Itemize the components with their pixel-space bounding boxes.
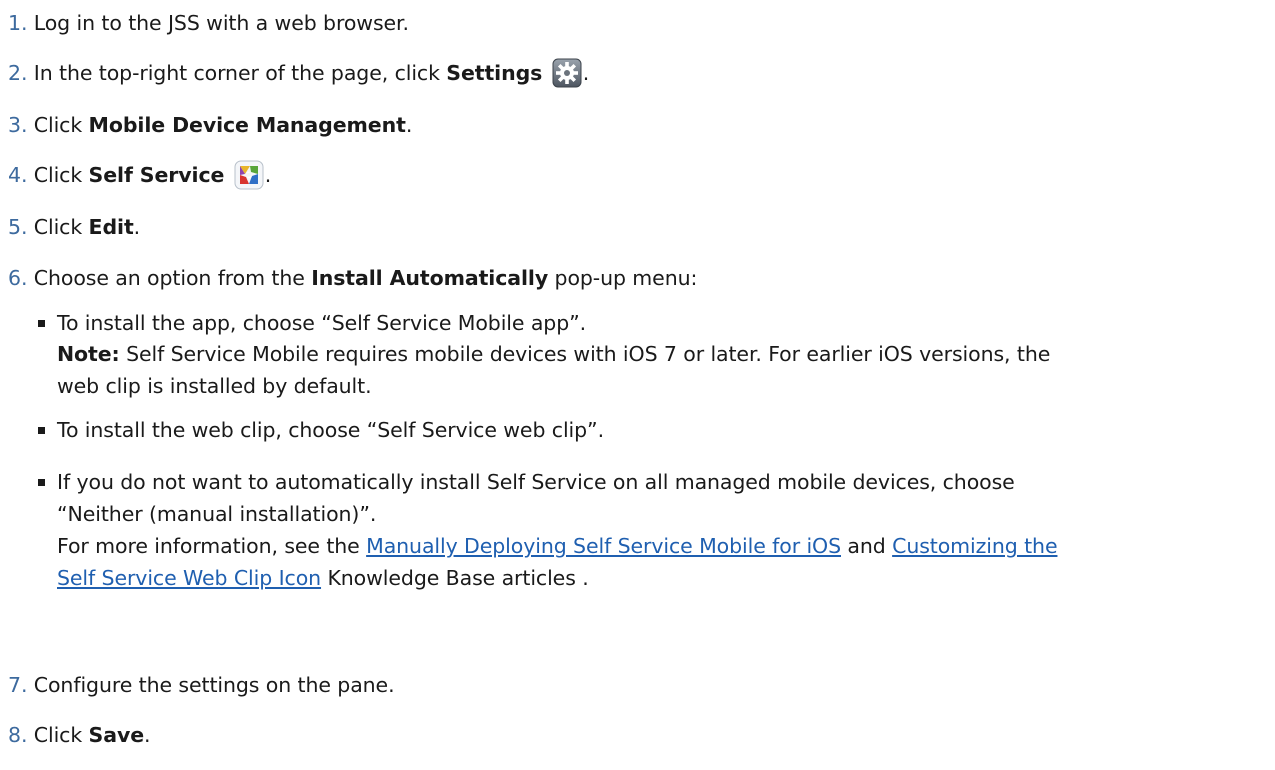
knowledge-base-text: Knowledge Base articles . <box>321 566 589 590</box>
step-text: Click <box>33 113 89 137</box>
settings-label: Settings <box>446 61 543 85</box>
step-period: . <box>264 163 272 187</box>
step-text: Log in to the JSS with a web browser. <box>33 11 409 35</box>
step-period: . <box>133 215 141 239</box>
step-5: 5. Click Edit. <box>8 212 140 242</box>
step-2: 2. In the top-right corner of the page, … <box>8 58 589 88</box>
more-info-line-2: Self Service Web Clip Icon Knowledge Bas… <box>57 562 589 594</box>
option-app-line: To install the app, choose “Self Service… <box>57 311 587 335</box>
note-label: Note: <box>57 342 120 366</box>
more-info-text: For more information, see the <box>57 534 367 558</box>
step-text: Configure the settings on the pane. <box>33 673 395 697</box>
step-text: Click <box>33 215 89 239</box>
option-neither-line-2: “Neither (manual installation)”. <box>57 502 377 526</box>
bullet-marker <box>38 479 45 486</box>
option-webclip-line: To install the web clip, choose “Self Se… <box>57 418 604 442</box>
edit-label: Edit <box>88 215 134 239</box>
step-text: Choose an option from the <box>33 266 312 290</box>
step-3: 3. Click Mobile Device Management. <box>8 110 412 140</box>
more-info-and: and <box>841 534 893 558</box>
step-text: Click <box>33 723 89 747</box>
step-period: . <box>582 61 590 85</box>
mobile-device-management-label: Mobile Device Management <box>88 113 406 137</box>
customizing-web-clip-link-cont[interactable]: Self Service Web Clip Icon <box>57 566 321 590</box>
bullet-marker <box>38 320 45 327</box>
step-number: 1. <box>8 11 28 35</box>
option-app-note-cont: web clip is installed by default. <box>57 374 372 398</box>
step-8: 8. Click Save. <box>8 720 151 750</box>
option-neither-line: If you do not want to automatically inst… <box>57 470 1015 494</box>
step-4: 4. Click Self Service . <box>8 160 271 190</box>
step-period: . <box>405 113 413 137</box>
customizing-web-clip-link[interactable]: Customizing the <box>892 534 1057 558</box>
more-info-line: For more information, see the Manually D… <box>57 530 1058 562</box>
step-7: 7. Configure the settings on the pane. <box>8 670 395 700</box>
save-label: Save <box>88 723 145 747</box>
step-6: 6. Choose an option from the Install Aut… <box>8 263 697 293</box>
step-number: 8. <box>8 723 28 747</box>
step-number: 5. <box>8 215 28 239</box>
step-number: 4. <box>8 163 28 187</box>
step-text-suffix: pop-up menu: <box>548 266 698 290</box>
self-service-app-icon <box>234 160 264 190</box>
step-1: 1. Log in to the JSS with a web browser. <box>8 8 409 38</box>
step-number: 7. <box>8 673 28 697</box>
install-automatically-label: Install Automatically <box>311 266 549 290</box>
step-period: . <box>144 723 151 747</box>
option-app-note: Note: Self Service Mobile requires mobil… <box>57 338 1050 370</box>
bullet-marker <box>38 427 45 434</box>
document-body: 1. Log in to the JSS with a web browser.… <box>0 0 1275 770</box>
self-service-label: Self Service <box>88 163 225 187</box>
manually-deploying-link[interactable]: Manually Deploying Self Service Mobile f… <box>366 534 841 558</box>
step-text: In the top-right corner of the page, cli… <box>33 61 447 85</box>
step-number: 2. <box>8 61 28 85</box>
step-number: 3. <box>8 113 28 137</box>
step-number: 6. <box>8 266 28 290</box>
note-text: Self Service Mobile requires mobile devi… <box>119 342 1051 366</box>
step-text: Click <box>33 163 89 187</box>
gear-icon <box>552 58 582 88</box>
